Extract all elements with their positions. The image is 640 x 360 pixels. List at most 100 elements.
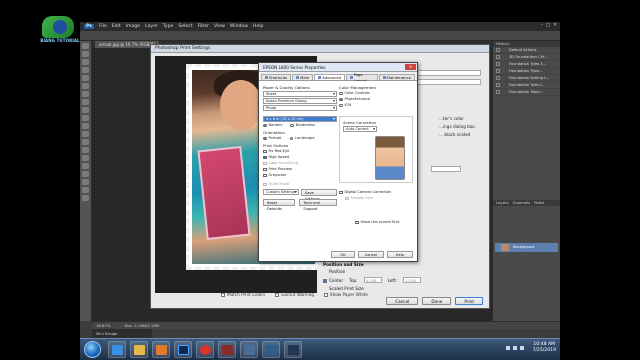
action-item[interactable]: Foundation Tyles... (493, 68, 560, 75)
maximize-icon[interactable]: □ (546, 23, 550, 28)
tab-channels[interactable]: Channels (513, 200, 531, 206)
color-controls-radio[interactable]: Color Controls (339, 91, 413, 96)
pen-tool-icon[interactable] (82, 155, 89, 161)
hand-tool-icon[interactable] (82, 187, 89, 193)
checkbox-icon[interactable] (496, 69, 500, 73)
mini-bridge-tab[interactable]: Mini Bridge (92, 329, 152, 338)
gradient-tool-icon[interactable] (82, 131, 89, 137)
clock[interactable]: 10:48 AM 7/25/2019 (532, 342, 556, 354)
paper-size-select[interactable]: 4 x 6 in (10 x 15 cm) (263, 116, 337, 122)
auto-correct-select[interactable]: Auto Correct (343, 126, 377, 132)
menu-view[interactable]: View (214, 24, 225, 29)
taskbar-monitor[interactable] (284, 341, 302, 358)
portrait-radio[interactable]: Portrait (263, 136, 282, 141)
taskbar-photoshop[interactable] (174, 341, 192, 358)
print-option-checkbox[interactable]: High Speed (263, 155, 337, 160)
close-icon[interactable]: ✕ (553, 23, 557, 28)
tab-advanced[interactable]: Advanced (314, 74, 345, 80)
print-button[interactable]: Print (455, 297, 483, 305)
action-item[interactable]: Foundation Tyles 3... (493, 61, 560, 68)
menu-select[interactable]: Select (178, 24, 192, 29)
taskbar-media[interactable] (152, 341, 170, 358)
paper-type-select[interactable]: Epson Premium Glossy (263, 98, 337, 104)
smooth-skin-checkbox[interactable]: Smooth Skin (345, 196, 413, 201)
photoenhance-radio[interactable]: PhotoEnhance (339, 97, 413, 102)
menu-help[interactable]: Help (253, 24, 263, 29)
volume-icon[interactable] (520, 346, 524, 350)
quick-select-tool-icon[interactable] (82, 67, 89, 73)
tab-page-layout[interactable]: Page Layout (346, 72, 378, 83)
path-select-tool-icon[interactable] (82, 171, 89, 177)
taskbar-explorer[interactable] (130, 341, 148, 358)
action-item[interactable]: Foundation Tyles t... (493, 82, 560, 89)
action-item[interactable]: Default Actions (493, 47, 560, 54)
print-option-checkbox[interactable]: Fix Red-Eye (263, 149, 337, 154)
taskbar-recorder[interactable] (196, 341, 214, 358)
shape-tool-icon[interactable] (82, 179, 89, 185)
left-input[interactable]: 1.026 (402, 277, 421, 283)
show-screen-first-checkbox[interactable]: Show this screen first (355, 220, 413, 225)
layer-row[interactable]: Background (495, 243, 558, 252)
technical-support-button[interactable]: Technical Support (299, 199, 337, 211)
center-checkbox[interactable]: Center (323, 278, 343, 283)
top-input[interactable]: 4.008 (363, 277, 382, 283)
cancel-button[interactable]: Cancel (386, 297, 419, 305)
menu-layer[interactable]: Layer (145, 24, 158, 29)
quality-select[interactable]: Photo (263, 105, 337, 111)
menu-image[interactable]: Image (126, 24, 140, 29)
blur-tool-icon[interactable] (82, 139, 89, 145)
epson-cancel-button[interactable]: Cancel (357, 251, 384, 258)
checkbox-icon[interactable] (496, 90, 500, 94)
checkbox-icon[interactable] (496, 48, 500, 52)
tab-shortcuts[interactable]: Shortcuts (261, 74, 292, 80)
save-settings-button[interactable]: Save Settings... (300, 189, 337, 201)
marquee-tool-icon[interactable] (82, 51, 89, 57)
tab-maintenance[interactable]: Maintenance (378, 74, 415, 80)
eraser-tool-icon[interactable] (82, 123, 89, 129)
brush-tool-icon[interactable] (82, 99, 89, 105)
menu-window[interactable]: Window (230, 24, 248, 29)
menu-edit[interactable]: Edit (112, 24, 121, 29)
lasso-tool-icon[interactable] (82, 59, 89, 65)
zoom-tool-icon[interactable] (82, 195, 89, 201)
menu-filter[interactable]: Filter (198, 24, 209, 29)
match-print-colors-checkbox[interactable]: Match Print Colors (221, 292, 265, 297)
action-item[interactable]: Foundation Tubal... (493, 89, 560, 96)
checkbox-icon[interactable] (496, 83, 500, 87)
borders-radio[interactable]: Borders (263, 123, 282, 128)
checkbox-icon[interactable] (496, 55, 500, 59)
checkbox-icon[interactable] (496, 62, 500, 66)
checkbox-icon[interactable] (496, 76, 500, 80)
reset-defaults-button[interactable]: Reset Defaults (263, 199, 296, 211)
rendering-select[interactable] (431, 166, 461, 172)
move-tool-icon[interactable] (82, 43, 89, 49)
done-button[interactable]: Done (422, 297, 452, 305)
minimize-icon[interactable]: – (541, 23, 543, 28)
zoom-level[interactable]: 16.67% (96, 322, 110, 329)
type-tool-icon[interactable] (82, 163, 89, 169)
tab-paths[interactable]: Paths (534, 200, 544, 206)
digital-camera-correction-checkbox[interactable]: Digital Camera Correction (339, 190, 413, 195)
action-item[interactable]: Foundation Setting t... (493, 75, 560, 82)
print-option-checkbox[interactable]: Edge Smoothing (263, 161, 337, 166)
ok-button[interactable]: OK (331, 251, 355, 258)
borderless-radio[interactable]: Borderless (290, 123, 315, 128)
healing-tool-icon[interactable] (82, 91, 89, 97)
taskbar-printer[interactable] (240, 341, 258, 358)
tab-main[interactable]: Main (292, 74, 314, 80)
menu-type[interactable]: Type (163, 24, 174, 29)
taskbar-pictures[interactable] (262, 341, 280, 358)
landscape-radio[interactable]: Landscape (289, 136, 315, 141)
start-button[interactable] (84, 341, 101, 358)
clone-tool-icon[interactable] (82, 107, 89, 113)
dodge-tool-icon[interactable] (82, 147, 89, 153)
print-option-checkbox[interactable]: Print Preview (263, 167, 337, 172)
crop-tool-icon[interactable] (82, 75, 89, 81)
action-item[interactable]: 3D Foundations Crit... (493, 54, 560, 61)
taskbar-ie[interactable] (108, 341, 126, 358)
help-button[interactable]: Help (386, 251, 413, 258)
gamut-warning-checkbox[interactable]: Gamut Warning (275, 292, 314, 297)
taskbar-app[interactable] (218, 341, 236, 358)
custom-settings-select[interactable]: Custom Settings (263, 189, 299, 195)
history-brush-tool-icon[interactable] (82, 115, 89, 121)
